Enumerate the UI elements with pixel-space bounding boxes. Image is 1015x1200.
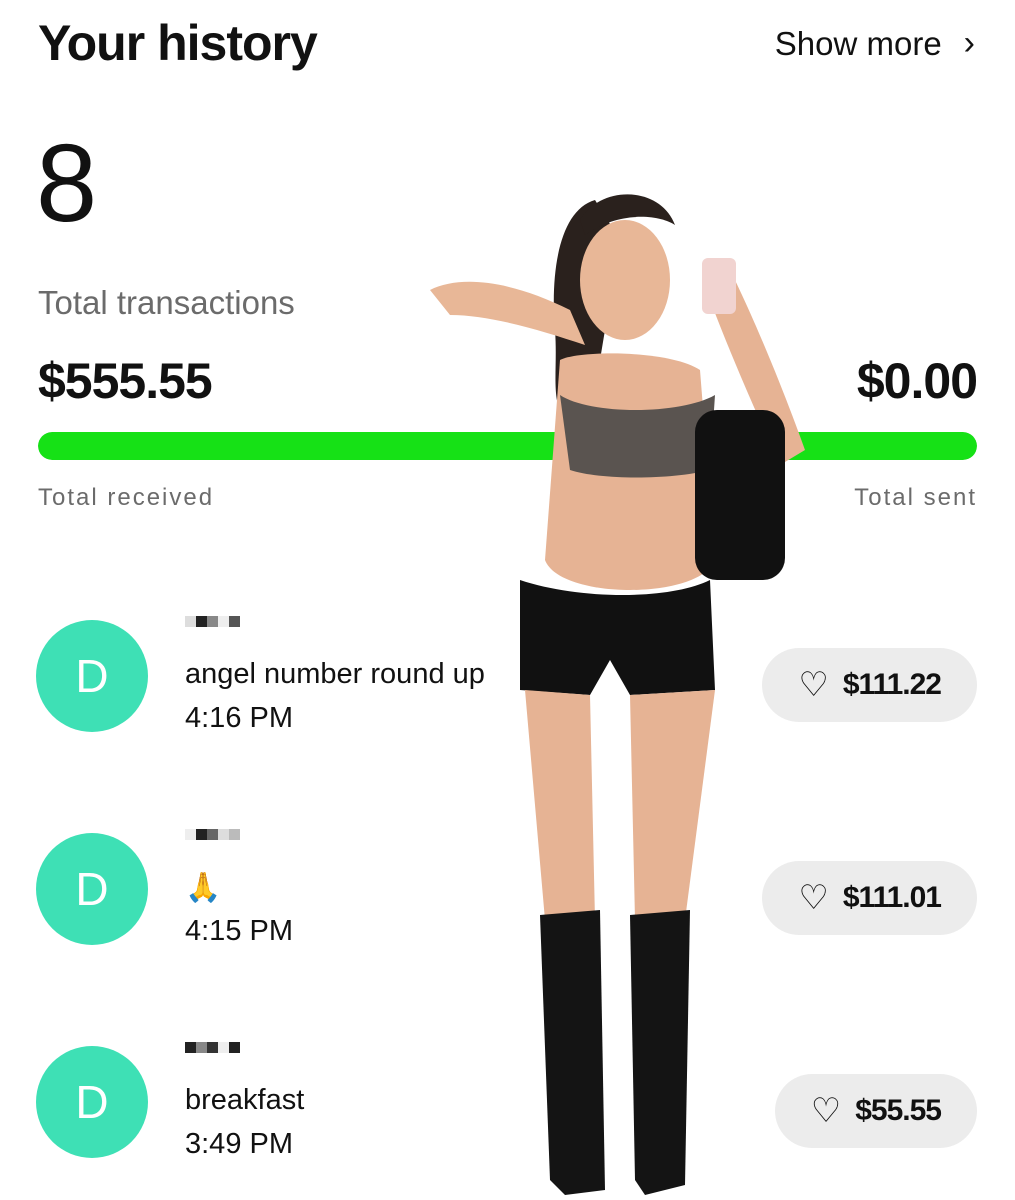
transaction-row[interactable]: D angel number round up 4:16 PM ♡ $111.2… bbox=[0, 560, 1015, 734]
avatar: D bbox=[36, 620, 148, 732]
transaction-time: 4:16 PM bbox=[185, 702, 293, 734]
avatar: D bbox=[36, 1046, 148, 1158]
total-received-amount: $555.55 bbox=[38, 353, 213, 409]
transaction-row[interactable]: D breakfast 3:49 PM ♡ $55.55 bbox=[0, 986, 1015, 1160]
heart-outline-icon: ♡ bbox=[798, 666, 829, 704]
redacted-name bbox=[185, 1042, 240, 1053]
redacted-name bbox=[185, 616, 240, 627]
total-sent-amount: $0.00 bbox=[856, 353, 978, 409]
show-more-label: Show more bbox=[774, 24, 942, 62]
reaction-pill[interactable]: ♡ $55.55 bbox=[774, 1074, 977, 1148]
received-bar-fill bbox=[38, 432, 977, 460]
transaction-count-label: Total transactions bbox=[38, 284, 295, 321]
transaction-row[interactable]: D 🙏 4:15 PM ♡ $111.01 bbox=[0, 773, 1015, 947]
heart-outline-icon: ♡ bbox=[810, 1092, 842, 1130]
heart-outline-icon: ♡ bbox=[798, 879, 829, 917]
show-more-link[interactable]: Show more › bbox=[775, 24, 975, 63]
transaction-count: 8 bbox=[36, 122, 98, 245]
reaction-pill[interactable]: ♡ $111.01 bbox=[762, 861, 977, 935]
chevron-right-icon: › bbox=[963, 24, 975, 62]
transaction-amount: $111.22 bbox=[842, 668, 942, 701]
total-received-label: Total received bbox=[38, 484, 215, 511]
transaction-time: 4:15 PM bbox=[185, 915, 293, 947]
reaction-pill[interactable]: ♡ $111.22 bbox=[762, 648, 977, 722]
avatar: D bbox=[36, 833, 148, 945]
transaction-amount: $55.55 bbox=[855, 1094, 942, 1127]
transaction-memo: 🙏 bbox=[185, 872, 222, 904]
transaction-memo: angel number round up bbox=[185, 658, 485, 690]
transaction-memo: breakfast bbox=[185, 1084, 305, 1116]
total-sent-label: Total sent bbox=[854, 484, 977, 511]
page-title: Your history bbox=[38, 15, 318, 71]
transaction-time: 3:49 PM bbox=[185, 1128, 293, 1160]
received-sent-bar bbox=[38, 432, 977, 460]
redacted-name bbox=[185, 829, 240, 840]
transaction-amount: $111.01 bbox=[842, 881, 942, 914]
